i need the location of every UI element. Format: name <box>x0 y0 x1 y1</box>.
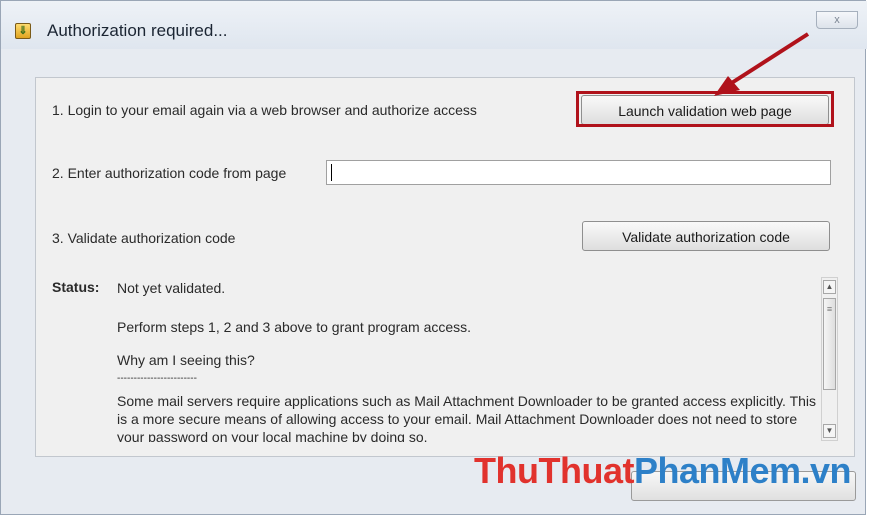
annotation-arrow <box>714 32 810 96</box>
watermark-part-3: PhanMem <box>633 450 801 491</box>
watermark-part-1: Thu <box>474 450 539 491</box>
watermark-part-2: Thuat <box>538 450 634 491</box>
watermark-part-4: .vn <box>800 450 852 491</box>
watermark-logo: ThuThuatPhanMem.vn <box>474 450 852 492</box>
